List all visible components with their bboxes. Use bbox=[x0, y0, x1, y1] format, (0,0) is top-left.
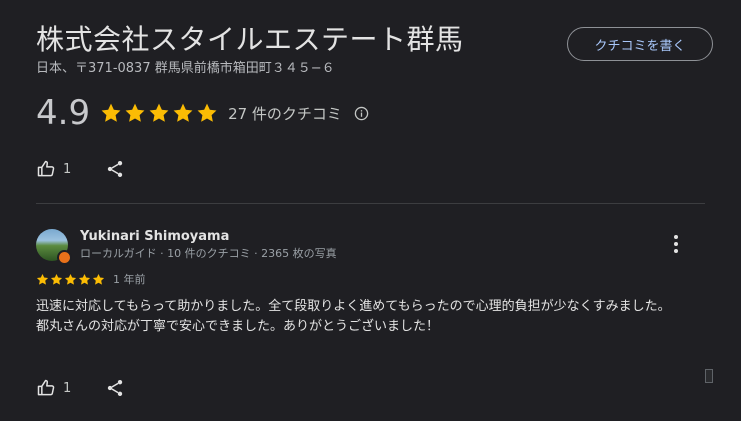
scrollbar-thumb[interactable] bbox=[705, 369, 713, 383]
review-rating: 1 年前 bbox=[36, 271, 146, 287]
star-icon bbox=[197, 103, 217, 122]
business-address: 日本、〒371-0837 群馬県前橋市箱田町３４５−６ bbox=[36, 61, 335, 76]
share-icon bbox=[108, 380, 123, 396]
share-icon bbox=[108, 161, 123, 177]
like-count: 1 bbox=[63, 161, 72, 177]
review-text-line: 都丸さんの対応が丁寧で安心できました。ありがとうございました！ bbox=[36, 319, 440, 334]
thumb-up-icon bbox=[37, 379, 55, 396]
like-count: 1 bbox=[63, 380, 72, 396]
thumb-up-icon bbox=[37, 160, 55, 177]
more-options-button[interactable] bbox=[666, 233, 686, 255]
star-icon bbox=[173, 103, 193, 122]
star-icon bbox=[125, 103, 145, 122]
local-guide-badge-icon bbox=[57, 250, 72, 265]
star-icon bbox=[149, 103, 169, 122]
star-icon bbox=[50, 273, 63, 285]
star-icon bbox=[64, 273, 77, 285]
reviewer-name[interactable]: Yukinari Shimoyama bbox=[80, 229, 229, 244]
star-icon bbox=[78, 273, 91, 285]
review-text: 迅速に対応してもらって助かりました。全て段取りよく進めてもらったので心理的負担が… bbox=[36, 297, 696, 337]
average-rating: 4.9 bbox=[36, 93, 91, 133]
review-date: 1 年前 bbox=[113, 273, 146, 286]
star-icon bbox=[36, 273, 49, 285]
write-review-button[interactable]: クチコミを書く bbox=[567, 27, 713, 61]
share-button[interactable] bbox=[105, 378, 125, 398]
star-icon bbox=[101, 103, 121, 122]
like-button[interactable]: 1 bbox=[36, 378, 71, 398]
review-stars bbox=[36, 273, 105, 286]
like-button[interactable]: 1 bbox=[36, 159, 71, 179]
review-count: 27 件のクチコミ bbox=[228, 104, 342, 123]
avatar[interactable] bbox=[36, 229, 72, 265]
share-button[interactable] bbox=[105, 159, 125, 179]
summary-actions: 1 bbox=[36, 159, 125, 179]
reviewer-meta: ローカルガイド · 10 件のクチコミ · 2365 枚の写真 bbox=[80, 247, 337, 260]
review-actions: 1 bbox=[36, 378, 125, 398]
divider bbox=[36, 203, 705, 204]
rating-stars bbox=[100, 102, 218, 124]
rating-summary: 4.9 27 件のクチコミ bbox=[36, 93, 369, 133]
business-title: 株式会社スタイルエステート群馬 bbox=[36, 23, 464, 56]
star-icon bbox=[92, 273, 105, 285]
info-icon[interactable] bbox=[354, 106, 369, 121]
more-vert-icon bbox=[674, 235, 678, 253]
reviews-panel: 株式会社スタイルエステート群馬 日本、〒371-0837 群馬県前橋市箱田町３４… bbox=[0, 0, 741, 421]
review-text-line: 迅速に対応してもらって助かりました。全て段取りよく進めてもらったので心理的負担が… bbox=[36, 299, 671, 314]
